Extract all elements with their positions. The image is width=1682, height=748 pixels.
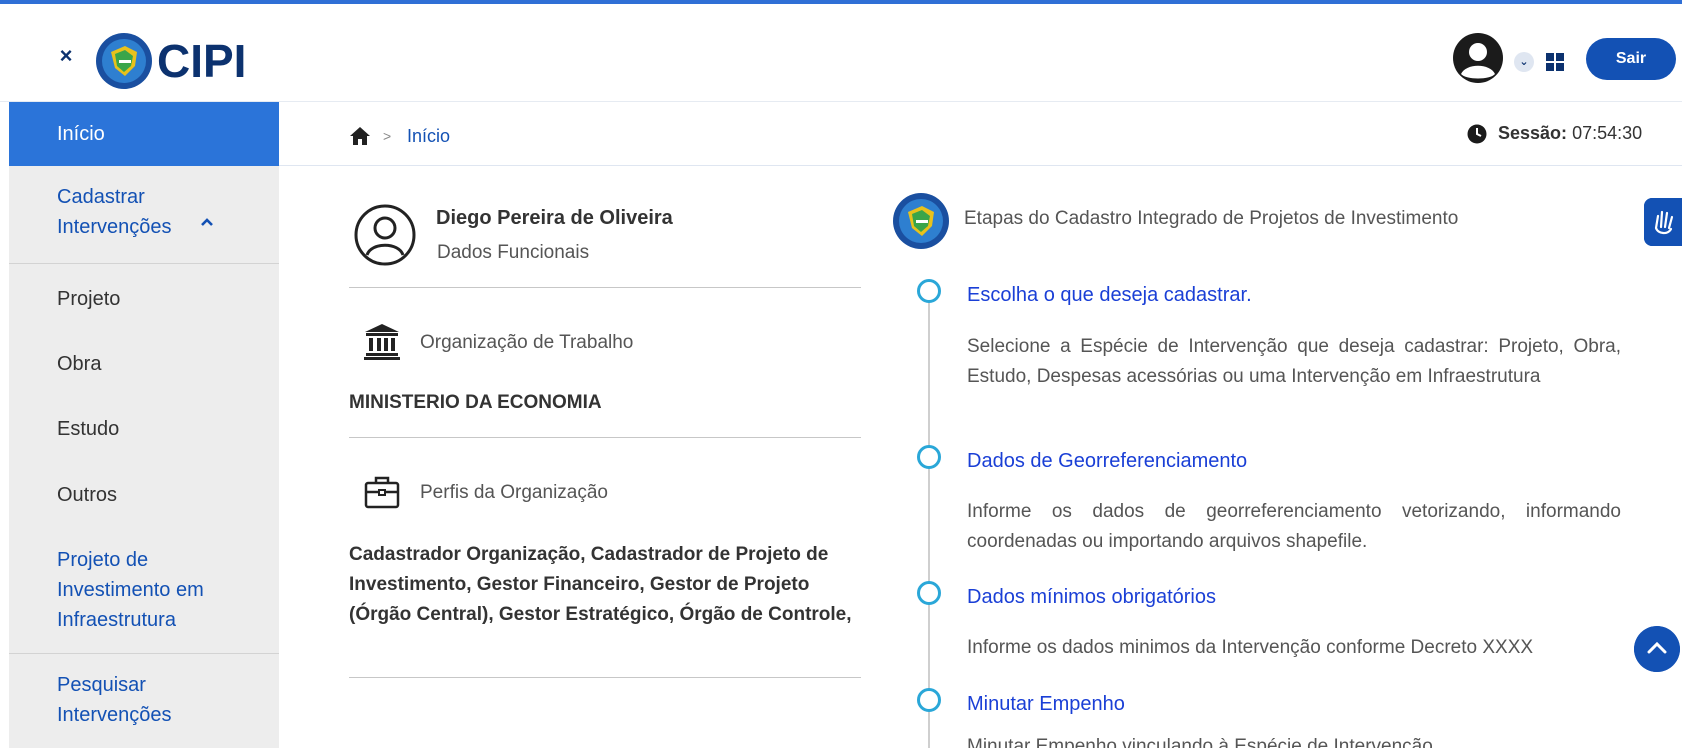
user-circle-icon (354, 204, 416, 266)
sidebar-item-outros[interactable]: Outros (9, 480, 279, 510)
session-timer: Sessão: 07:54:30 (1498, 123, 1642, 144)
step-description: Informe os dados de georreferenciamento … (967, 501, 1621, 552)
cipi-globe-logo-icon (893, 193, 949, 249)
step-marker (917, 581, 941, 605)
step-title[interactable]: Escolha o que deseja cadastrar. (967, 284, 1252, 307)
clock-icon (1467, 124, 1487, 144)
organization-label: Organização de Trabalho (420, 332, 634, 353)
chevron-up-icon[interactable] (197, 212, 217, 232)
breadcrumb: > Início Sessão: 07:54:30 (279, 102, 1682, 166)
session-time: 07:54:30 (1572, 123, 1643, 143)
apps-grid-icon[interactable] (1545, 52, 1565, 72)
sidebar-divider (9, 263, 279, 264)
user-name: Diego Pereira de Oliveira (436, 207, 673, 229)
step-marker (917, 279, 941, 303)
close-menu-button[interactable]: × (56, 44, 76, 68)
accessibility-hand-icon[interactable] (1644, 198, 1682, 246)
header: × CIPI ⌄ Sair (0, 4, 1682, 102)
sidebar-item-inicio[interactable]: Início (9, 102, 279, 166)
home-icon[interactable] (349, 126, 371, 146)
organization-value: MINISTERIO DA ECONOMIA (349, 392, 602, 413)
sidebar-item-obra[interactable]: Obra (9, 349, 279, 379)
steps-timeline-line (928, 295, 930, 748)
step-description: Informe os dados minimos da Intervenção … (967, 637, 1534, 658)
step-title[interactable]: Minutar Empenho (967, 693, 1125, 716)
sidebar-divider (9, 653, 279, 654)
profiles-label: Perfis da Organização (420, 482, 608, 503)
divider (349, 287, 861, 288)
breadcrumb-current[interactable]: Início (407, 126, 450, 147)
steps-title: Etapas do Cadastro Integrado de Projetos… (964, 208, 1459, 229)
briefcase-icon (364, 476, 400, 509)
divider (349, 437, 861, 438)
sidebar-item-cadastrar-intervencoes[interactable]: Cadastrar Intervenções (9, 182, 209, 242)
session-label: Sessão: (1498, 123, 1568, 143)
chevron-down-icon[interactable]: ⌄ (1514, 52, 1534, 72)
sidebar-item-pesquisar-intervencoes[interactable]: Pesquisar Intervenções (9, 670, 219, 730)
profiles-value: Cadastrador Organização, Cadastrador de … (349, 544, 852, 625)
sidebar: Início Cadastrar Intervenções Projeto Ob… (9, 102, 279, 748)
back-to-top-button[interactable] (1634, 626, 1680, 672)
sidebar-item-projeto-investimento-infraestrutura[interactable]: Projeto de Investimento em Infraestrutur… (9, 545, 239, 635)
app-logo-text: CIPI (157, 35, 247, 87)
step-marker (917, 688, 941, 712)
breadcrumb-separator: > (383, 128, 392, 144)
step-title[interactable]: Dados mínimos obrigatórios (967, 586, 1216, 609)
step-marker (917, 445, 941, 469)
cipi-globe-logo-icon (96, 33, 152, 89)
step-description: Selecione a Espécie de Intervenção que d… (967, 336, 1621, 387)
divider (349, 677, 861, 678)
step-description: Minutar Empenho vinculando à Espécie de … (967, 736, 1433, 748)
bank-building-icon (364, 324, 400, 360)
user-subtitle: Dados Funcionais (437, 242, 590, 263)
sidebar-item-estudo[interactable]: Estudo (9, 414, 279, 444)
user-avatar-icon[interactable] (1452, 32, 1504, 84)
sidebar-item-projeto[interactable]: Projeto (9, 284, 279, 314)
logout-button[interactable]: Sair (1586, 38, 1676, 80)
step-title[interactable]: Dados de Georreferenciamento (967, 450, 1247, 473)
